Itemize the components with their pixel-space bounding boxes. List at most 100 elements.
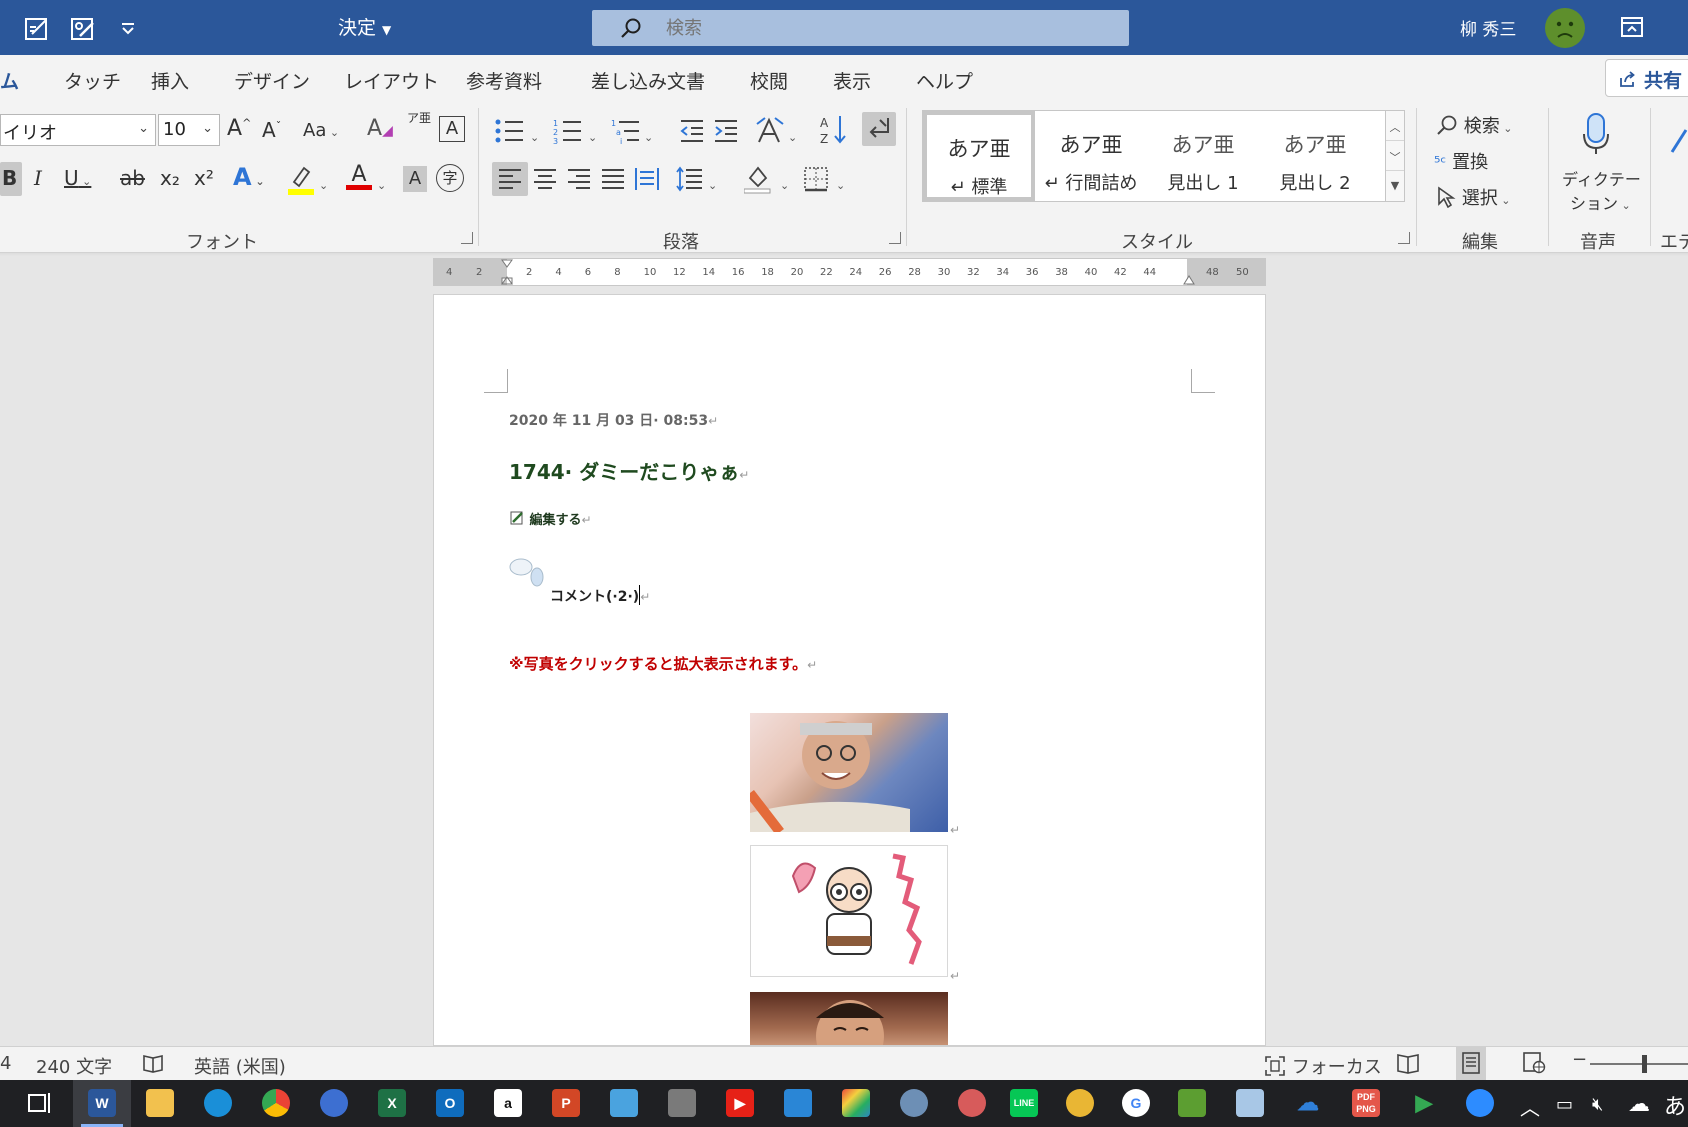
font-name-select[interactable]: イリオ ⌄ (0, 114, 156, 146)
clear-formatting-icon[interactable]: A◢ (367, 116, 393, 141)
chevron-down-icon[interactable]: ⌄ (377, 170, 386, 194)
select-button[interactable]: 選択 ⌄ (1436, 184, 1510, 210)
strikethrough-button[interactable]: ab (120, 166, 145, 190)
zoom-slider-thumb[interactable] (1642, 1055, 1647, 1073)
battery-icon[interactable]: ▭ (1556, 1094, 1573, 1115)
enclose-characters-button[interactable]: 字 (436, 164, 464, 192)
speaker-muted-icon[interactable]: 🔇︎ (1592, 1094, 1603, 1115)
tab-touch[interactable]: タッチ (64, 67, 121, 94)
word-app-icon[interactable]: W (88, 1089, 116, 1117)
avatar[interactable] (1545, 8, 1585, 48)
phonetic-guide-button[interactable]: ア亜 (407, 112, 431, 125)
tab-view[interactable]: 表示 (833, 67, 871, 94)
editor-icon[interactable] (1668, 126, 1688, 156)
color-app-icon[interactable] (842, 1089, 870, 1117)
underline-button[interactable]: U ⌄ (64, 166, 91, 190)
show-formatting-marks-icon[interactable] (866, 116, 892, 142)
text-effects-button[interactable]: A ⌄ (233, 163, 265, 191)
grow-font-button[interactable]: A^ (227, 116, 251, 141)
outlook-app-icon[interactable]: O (436, 1089, 464, 1117)
people-app-icon[interactable] (320, 1089, 348, 1117)
style-heading-2[interactable]: あア亜 見出し 2 (1259, 111, 1371, 201)
pdf-png-app-icon[interactable]: PDF PNG (1352, 1089, 1380, 1117)
numbering-icon[interactable]: 123 (553, 118, 583, 146)
chevron-up-icon[interactable]: ︿ (1520, 1092, 1540, 1121)
game-app-icon[interactable] (1178, 1089, 1206, 1117)
chevron-down-icon[interactable]: ⌄ (644, 122, 653, 146)
chevron-down-icon[interactable]: ⌄ (530, 122, 539, 146)
shrink-font-button[interactable]: Aˇ (262, 118, 281, 142)
line-app-icon[interactable]: LINE (1010, 1089, 1038, 1117)
excel-app-icon[interactable]: X (378, 1089, 406, 1117)
powerpoint-app-icon[interactable]: P (552, 1089, 580, 1117)
paint-app-icon[interactable] (900, 1089, 928, 1117)
page-number[interactable]: 4 (0, 1053, 11, 1074)
ime-indicator[interactable]: あ (1664, 1089, 1686, 1121)
edit-link[interactable]: 編集する↵ (509, 509, 592, 528)
youtube-app-icon[interactable]: ▶ (726, 1089, 754, 1117)
document-title[interactable]: 決定 ▼ (338, 13, 391, 40)
photo-2[interactable] (750, 845, 948, 977)
sort-icon[interactable]: AZ (820, 114, 848, 146)
asian-layout-icon[interactable] (755, 116, 785, 146)
edit-document-icon[interactable] (22, 14, 52, 44)
character-shading-button[interactable]: A (403, 166, 427, 192)
proofing-book-icon[interactable] (142, 1052, 164, 1074)
line-spacing-icon[interactable] (676, 166, 704, 192)
style-normal[interactable]: あア亜 ↵ 標準 (923, 111, 1035, 201)
align-right-icon[interactable] (566, 168, 592, 190)
microphone-icon[interactable] (1580, 112, 1612, 156)
chevron-down-icon[interactable]: ⌄ (836, 170, 845, 194)
share-button[interactable]: 共有 (1605, 59, 1688, 97)
distributed-icon[interactable] (634, 166, 660, 192)
print-layout-icon[interactable] (1461, 1052, 1481, 1074)
zoom-out-button[interactable]: − (1572, 1049, 1587, 1070)
search-input[interactable] (666, 13, 1086, 43)
file-explorer-icon[interactable] (146, 1089, 174, 1117)
character-app-icon[interactable] (1066, 1089, 1094, 1117)
google-app-icon[interactable]: G (1122, 1089, 1150, 1117)
superscript-button[interactable]: x² (194, 166, 214, 190)
customize-toolbar-icon[interactable] (118, 18, 138, 38)
highlight-color-button[interactable] (288, 162, 314, 196)
style-heading-1[interactable]: あア亜 見出し 1 (1147, 111, 1259, 201)
edge-browser-icon[interactable] (204, 1089, 232, 1117)
photo-3[interactable] (750, 992, 948, 1045)
chevron-down-icon[interactable]: ⌄ (319, 170, 328, 194)
character-border-button[interactable]: A (439, 116, 465, 142)
chevron-down-icon[interactable]: ⌄ (588, 122, 597, 146)
font-size-select[interactable]: 10 ⌄ (158, 114, 220, 146)
tab-mailings[interactable]: 差し込み文書 (591, 67, 705, 94)
style-no-spacing[interactable]: あア亜 ↵ 行間詰め (1035, 111, 1147, 201)
language-indicator[interactable]: 英語 (米国) (194, 1053, 286, 1079)
web-layout-icon[interactable] (1522, 1052, 1546, 1074)
decrease-indent-icon[interactable] (679, 118, 705, 144)
subscript-button[interactable]: x₂ (160, 166, 180, 190)
dictate-button[interactable]: ディクテー (1562, 166, 1641, 190)
design-mode-icon[interactable] (68, 14, 98, 44)
chrome-browser-icon[interactable] (262, 1089, 290, 1117)
horizontal-ruler[interactable]: 4 2 2 4 6 8 10 12 14 16 18 20 22 24 26 28 30 32 34 36 38 40 42… (433, 258, 1266, 286)
mail-app-icon[interactable] (1236, 1089, 1264, 1117)
user-name[interactable]: 柳 秀三 (1460, 15, 1516, 40)
increase-indent-icon[interactable] (713, 118, 739, 144)
satellite-app-icon[interactable] (958, 1089, 986, 1117)
tab-references[interactable]: 参考資料 (466, 67, 542, 94)
tab-home[interactable]: ム (0, 67, 20, 103)
ribbon-display-options-icon[interactable] (1620, 16, 1644, 38)
font-dialog-launcher-icon[interactable] (461, 232, 473, 244)
replace-button[interactable]: ⁵ᶜ 置換 (1434, 148, 1488, 174)
photos-app-icon[interactable] (784, 1089, 812, 1117)
play-store-app-icon[interactable]: ▶ (1410, 1089, 1438, 1117)
photo-1[interactable] (746, 713, 948, 836)
italic-button[interactable]: I (34, 166, 42, 190)
align-left-icon[interactable] (497, 168, 523, 190)
zoom-app-icon[interactable] (1466, 1089, 1494, 1117)
paragraph-dialog-launcher-icon[interactable] (889, 232, 901, 244)
tab-review[interactable]: 校閲 (750, 67, 788, 94)
more-styles-icon[interactable]: ▼ (1386, 171, 1404, 201)
chevron-up-icon[interactable]: ︿ (1386, 111, 1404, 141)
screen-app-icon[interactable] (610, 1089, 638, 1117)
focus-mode-button[interactable]: フォーカス (1264, 1053, 1382, 1079)
document-page[interactable]: 2020 年 11 月 03 日· 08:53↵ 1744· ダミーだこりゃぁ↵… (433, 294, 1266, 1046)
